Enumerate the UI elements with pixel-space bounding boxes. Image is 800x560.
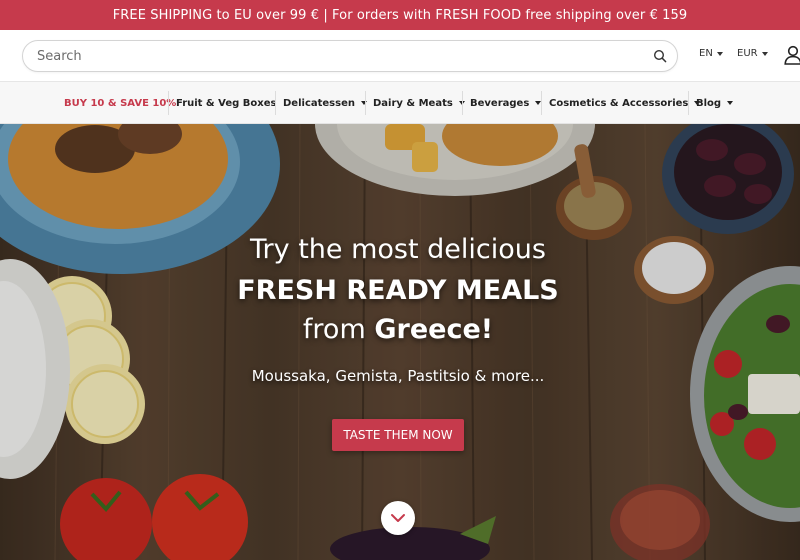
- header: EN EUR: [0, 30, 800, 82]
- taste-them-now-button[interactable]: TASTE THEM NOW: [332, 419, 464, 451]
- announcement-bar: FREE SHIPPING to EU over 99 € | For orde…: [0, 0, 800, 30]
- hero-heading-line3-bold: Greece!: [374, 314, 494, 345]
- nav-item-label: Fruit & Veg Boxes: [176, 97, 277, 109]
- nav-divider: [688, 91, 689, 115]
- chevron-down-icon: [360, 101, 367, 105]
- hero-banner: Try the most delicious FRESH READY MEALS…: [0, 124, 800, 560]
- chevron-down-icon: [727, 101, 734, 105]
- nav-item-dairy-meats[interactable]: Dairy & Meats: [373, 82, 465, 124]
- search-box[interactable]: [22, 40, 678, 72]
- nav-item-label: Blog: [696, 97, 722, 109]
- hero-subtitle: Moussaka, Gemista, Pastitsio & more...: [251, 367, 545, 385]
- chevron-down-icon: [716, 51, 723, 56]
- scroll-down-button[interactable]: [381, 501, 415, 535]
- nav-divider: [275, 91, 276, 115]
- nav-item-fruit-veg-boxes[interactable]: Fruit & Veg Boxes: [176, 82, 276, 124]
- nav-item-label: Cosmetics & Accessories: [549, 97, 689, 109]
- currency-selector[interactable]: EUR: [737, 48, 768, 59]
- nav-item-blog[interactable]: Blog: [696, 82, 734, 124]
- search-input[interactable]: [37, 41, 637, 71]
- nav-item-delicatessen[interactable]: Delicatessen: [283, 82, 367, 124]
- user-icon[interactable]: [784, 45, 800, 65]
- nav-divider: [365, 91, 366, 115]
- nav-divider: [168, 91, 169, 115]
- nav-item-beverages[interactable]: Beverages: [470, 82, 542, 124]
- nav-item-label: Beverages: [470, 97, 530, 109]
- chevron-down-icon: [391, 514, 405, 522]
- hero-heading-line2: FRESH READY MEALS: [237, 275, 559, 306]
- nav-item-label: Dairy & Meats: [373, 97, 453, 109]
- nav-item-label: Delicatessen: [283, 97, 355, 109]
- hero-heading-line3: from Greece!: [0, 314, 796, 345]
- chevron-down-icon: [761, 51, 768, 56]
- announcement-text: FREE SHIPPING to EU over 99 € | For orde…: [112, 7, 688, 23]
- language-selector[interactable]: EN: [699, 48, 723, 59]
- hero-content: Try the most delicious FRESH READY MEALS…: [0, 124, 800, 560]
- nav-divider: [462, 91, 463, 115]
- search-icon[interactable]: [653, 49, 667, 63]
- nav-item-label: BUY 10 & SAVE 10%: [64, 97, 177, 109]
- currency-label: EUR: [737, 48, 758, 59]
- nav-divider: [541, 91, 542, 115]
- nav-item-cosmetics-accessories[interactable]: Cosmetics & Accessories: [549, 82, 701, 124]
- nav-item-buy10-save10[interactable]: BUY 10 & SAVE 10%: [64, 82, 176, 124]
- main-nav: BUY 10 & SAVE 10% Fruit & Veg Boxes Deli…: [0, 82, 800, 124]
- hero-heading-line3-prefix: from: [302, 314, 375, 345]
- language-label: EN: [699, 48, 713, 59]
- hero-heading-line1: Try the most delicious: [250, 234, 546, 265]
